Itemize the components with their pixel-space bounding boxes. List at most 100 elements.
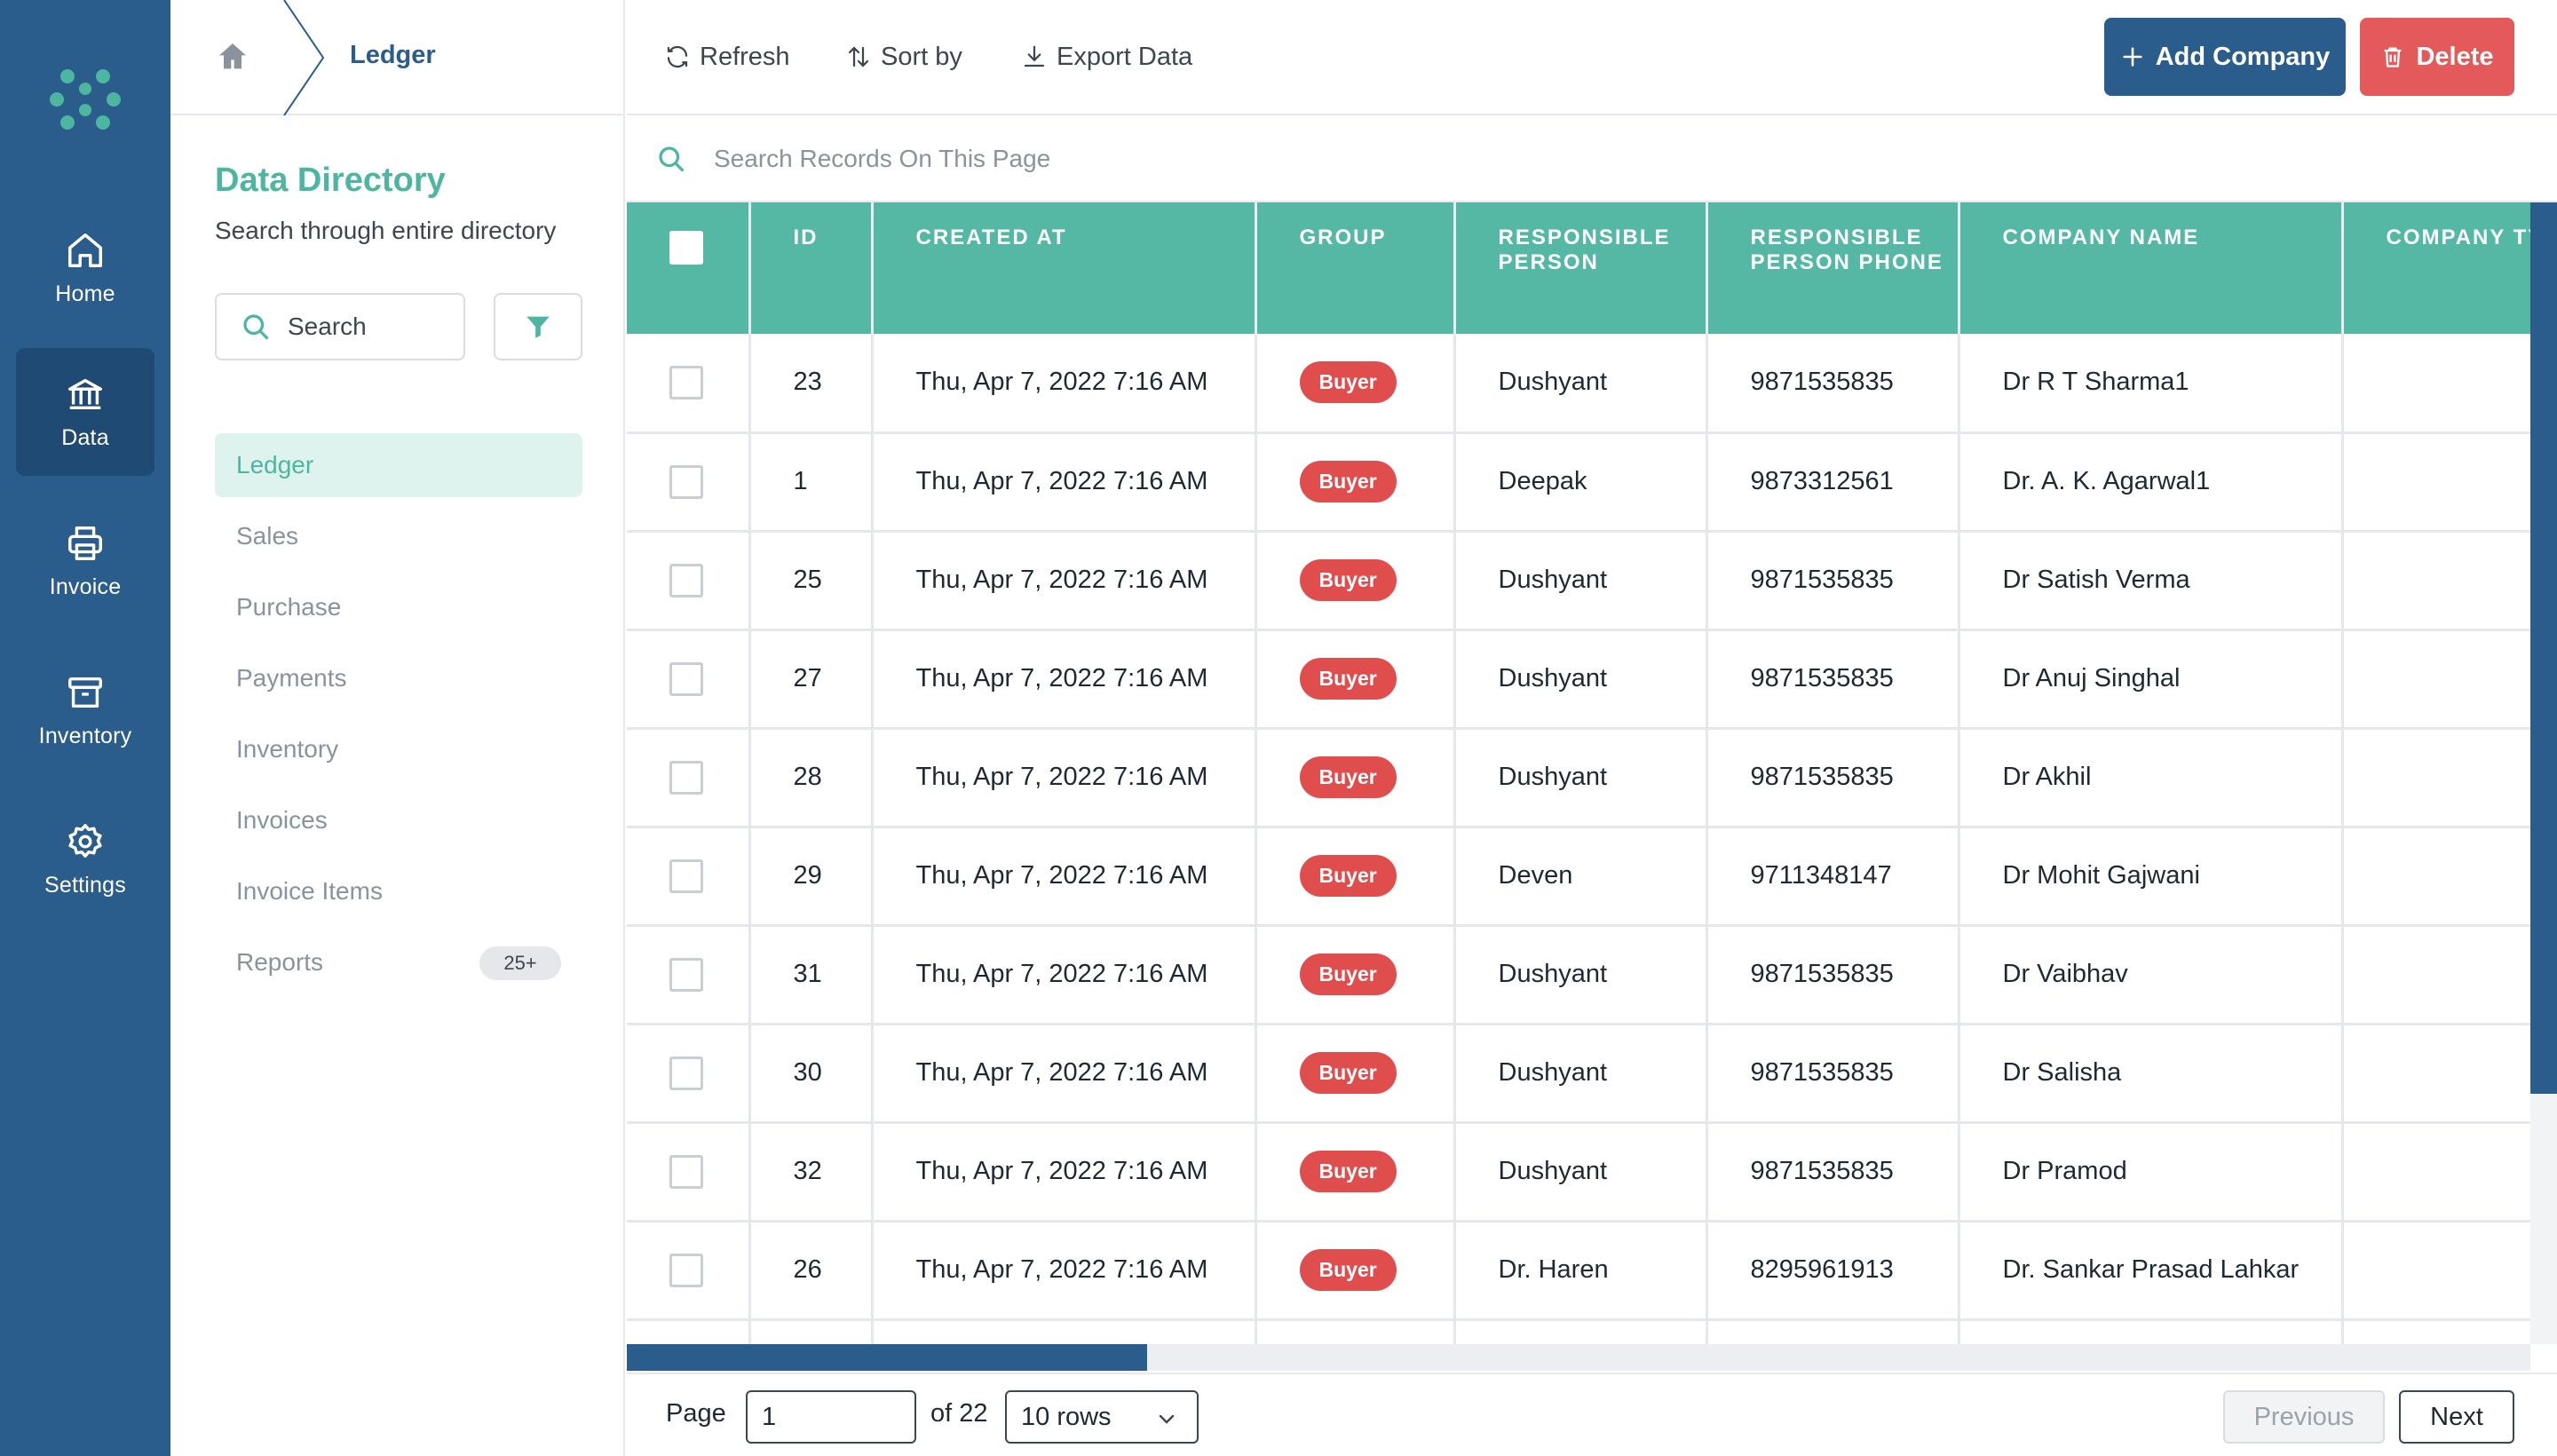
nav-item-sales[interactable]: Sales [215, 504, 582, 568]
column-header[interactable]: GROUP [1255, 202, 1456, 334]
phone-cell: 9873312561 [1706, 432, 1960, 533]
company-type-cell [2342, 1221, 2530, 1321]
row-checkbox[interactable] [669, 1253, 703, 1287]
company-type-cell [2342, 432, 2530, 533]
column-header[interactable]: COMPANY TYPE [2342, 202, 2530, 334]
nav-item-invoice-items[interactable]: Invoice Items [215, 859, 582, 923]
rows-per-page-select[interactable]: 10 rows [1005, 1390, 1199, 1444]
phone-cell: 9871535835 [1706, 334, 1960, 434]
row-checkbox[interactable] [669, 957, 703, 992]
row-select-cell [627, 728, 751, 828]
page-title: Data Directory [215, 162, 446, 199]
table-row[interactable]: 32 Thu, Apr 7, 2022 7:16 AM Buyer Dushyant 9… [627, 1122, 2530, 1223]
previous-button[interactable]: Previous [2223, 1390, 2385, 1444]
row-select-cell [627, 1024, 751, 1124]
row-select-cell [627, 1221, 751, 1321]
app-rail: Home Data Invoice Inventory Settings [0, 0, 170, 1456]
record-search-input[interactable]: Search Records On This Page [627, 117, 2557, 202]
company-cell: Dr Satish Verma [1959, 531, 2344, 631]
created-cell: Thu, Apr 7, 2022 7:16 AM [872, 629, 1257, 730]
page-number-input[interactable]: 1 [746, 1390, 916, 1444]
refresh-label: Refresh [700, 42, 790, 71]
company-type-cell [2342, 629, 2530, 730]
person-cell: Deepak [1454, 432, 1708, 533]
scroll-thumb[interactable] [2530, 202, 2557, 1094]
row-checkbox[interactable] [669, 1154, 703, 1189]
created-cell: Thu, Apr 7, 2022 7:16 AM [872, 1024, 1257, 1124]
group-badge: Buyer [1299, 461, 1397, 502]
group-badge: Buyer [1299, 658, 1397, 700]
id-cell: 29 [749, 827, 874, 927]
phone-cell: 8295961913 [1706, 1221, 1960, 1321]
row-checkbox[interactable] [669, 563, 703, 597]
nav-item-invoices[interactable]: Invoices [215, 788, 582, 852]
id-cell: 25 [749, 531, 874, 631]
table-row[interactable]: 26 Thu, Apr 7, 2022 7:16 AM Buyer Dr. Haren… [627, 1221, 2530, 1321]
row-checkbox[interactable] [669, 760, 703, 795]
column-header[interactable]: RESPONSIBLE PERSON [1454, 202, 1708, 334]
table-row[interactable]: 29 Thu, Apr 7, 2022 7:16 AM Buyer Deven 9711… [627, 827, 2530, 927]
bank-icon [68, 378, 102, 409]
column-header[interactable]: COMPANY NAME [1959, 202, 2344, 334]
rail-item-settings[interactable]: Settings [16, 795, 154, 923]
row-select-cell [627, 1319, 751, 1344]
column-header[interactable]: ID [749, 202, 874, 334]
table-row[interactable] [627, 1319, 2530, 1344]
table-row[interactable]: 25 Thu, Apr 7, 2022 7:16 AM Buyer Dushyant 9… [627, 531, 2530, 631]
logo-icon [50, 69, 121, 130]
column-header[interactable]: RESPONSIBLE PERSON PHONE [1706, 202, 1960, 334]
group-cell: Buyer [1255, 827, 1456, 927]
rail-item-inventory[interactable]: Inventory [16, 646, 154, 774]
rail-item-home[interactable]: Home [16, 204, 154, 332]
phone-cell: 9711348147 [1706, 827, 1960, 927]
row-select-cell [627, 531, 751, 631]
sort-button[interactable]: Sort by [845, 39, 962, 75]
table-row[interactable]: 27 Thu, Apr 7, 2022 7:16 AM Buyer Dushyant 9… [627, 629, 2530, 730]
select-all-checkbox[interactable] [669, 231, 703, 265]
table-row[interactable]: 23 Thu, Apr 7, 2022 7:16 AM Buyer Dushyant 9… [627, 334, 2530, 434]
group-badge: Buyer [1299, 361, 1397, 404]
export-button[interactable]: Export Data [1021, 39, 1192, 75]
row-select-cell [627, 1122, 751, 1223]
nav-item-reports[interactable]: Reports 25+ [215, 930, 582, 994]
nav-item-purchase[interactable]: Purchase [215, 575, 582, 639]
nav-item-ledger[interactable]: Ledger [215, 433, 582, 497]
nav-item-payments[interactable]: Payments [215, 646, 582, 710]
column-header[interactable]: CREATED AT [872, 202, 1257, 334]
row-checkbox[interactable] [669, 464, 703, 499]
table-row[interactable]: 30 Thu, Apr 7, 2022 7:16 AM Buyer Dushyant 9… [627, 1024, 2530, 1124]
scroll-thumb[interactable] [627, 1344, 1147, 1371]
directory-sidebar: Ledger Data Directory Search through ent… [170, 0, 625, 1456]
row-checkbox[interactable] [669, 1056, 703, 1090]
row-checkbox[interactable] [669, 661, 703, 696]
download-icon [1024, 45, 1045, 67]
refresh-button[interactable]: Refresh [664, 39, 790, 75]
id-cell [749, 1319, 874, 1344]
group-cell: Buyer [1255, 728, 1456, 828]
created-cell [872, 1319, 1257, 1344]
vertical-scrollbar[interactable] [2530, 202, 2557, 1344]
table-header-row: ID CREATED AT GROUP RESPONSIBLE PERSON R… [627, 202, 2530, 334]
row-checkbox[interactable] [669, 859, 703, 893]
table-row[interactable]: 31 Thu, Apr 7, 2022 7:16 AM Buyer Dushyant 9… [627, 925, 2530, 1025]
rail-item-invoice[interactable]: Invoice [16, 497, 154, 625]
pagination: Page 1 of 22 10 rows Previous Next [627, 1373, 2557, 1456]
rail-item-data[interactable]: Data [16, 348, 154, 476]
group-cell [1255, 1319, 1456, 1344]
table-row[interactable]: 1 Thu, Apr 7, 2022 7:16 AM Buyer Deepak 9873… [627, 432, 2530, 533]
table-row[interactable]: 28 Thu, Apr 7, 2022 7:16 AM Buyer Dushyant 9… [627, 728, 2530, 828]
group-badge: Buyer [1299, 954, 1397, 995]
row-checkbox[interactable] [669, 365, 703, 400]
horizontal-scrollbar[interactable] [627, 1344, 2530, 1371]
filter-button[interactable] [494, 293, 582, 360]
company-type-cell [2342, 728, 2530, 828]
delete-button[interactable]: Delete [2360, 18, 2514, 96]
company-type-cell [2342, 1024, 2530, 1124]
next-button[interactable]: Next [2399, 1390, 2514, 1444]
nav-item-inventory[interactable]: Inventory [215, 717, 582, 781]
directory-search-input[interactable]: Search [215, 293, 465, 360]
home-icon[interactable] [215, 39, 250, 75]
search-icon [243, 314, 269, 340]
search-placeholder: Search [288, 313, 367, 340]
add-company-button[interactable]: Add Company [2104, 18, 2346, 96]
